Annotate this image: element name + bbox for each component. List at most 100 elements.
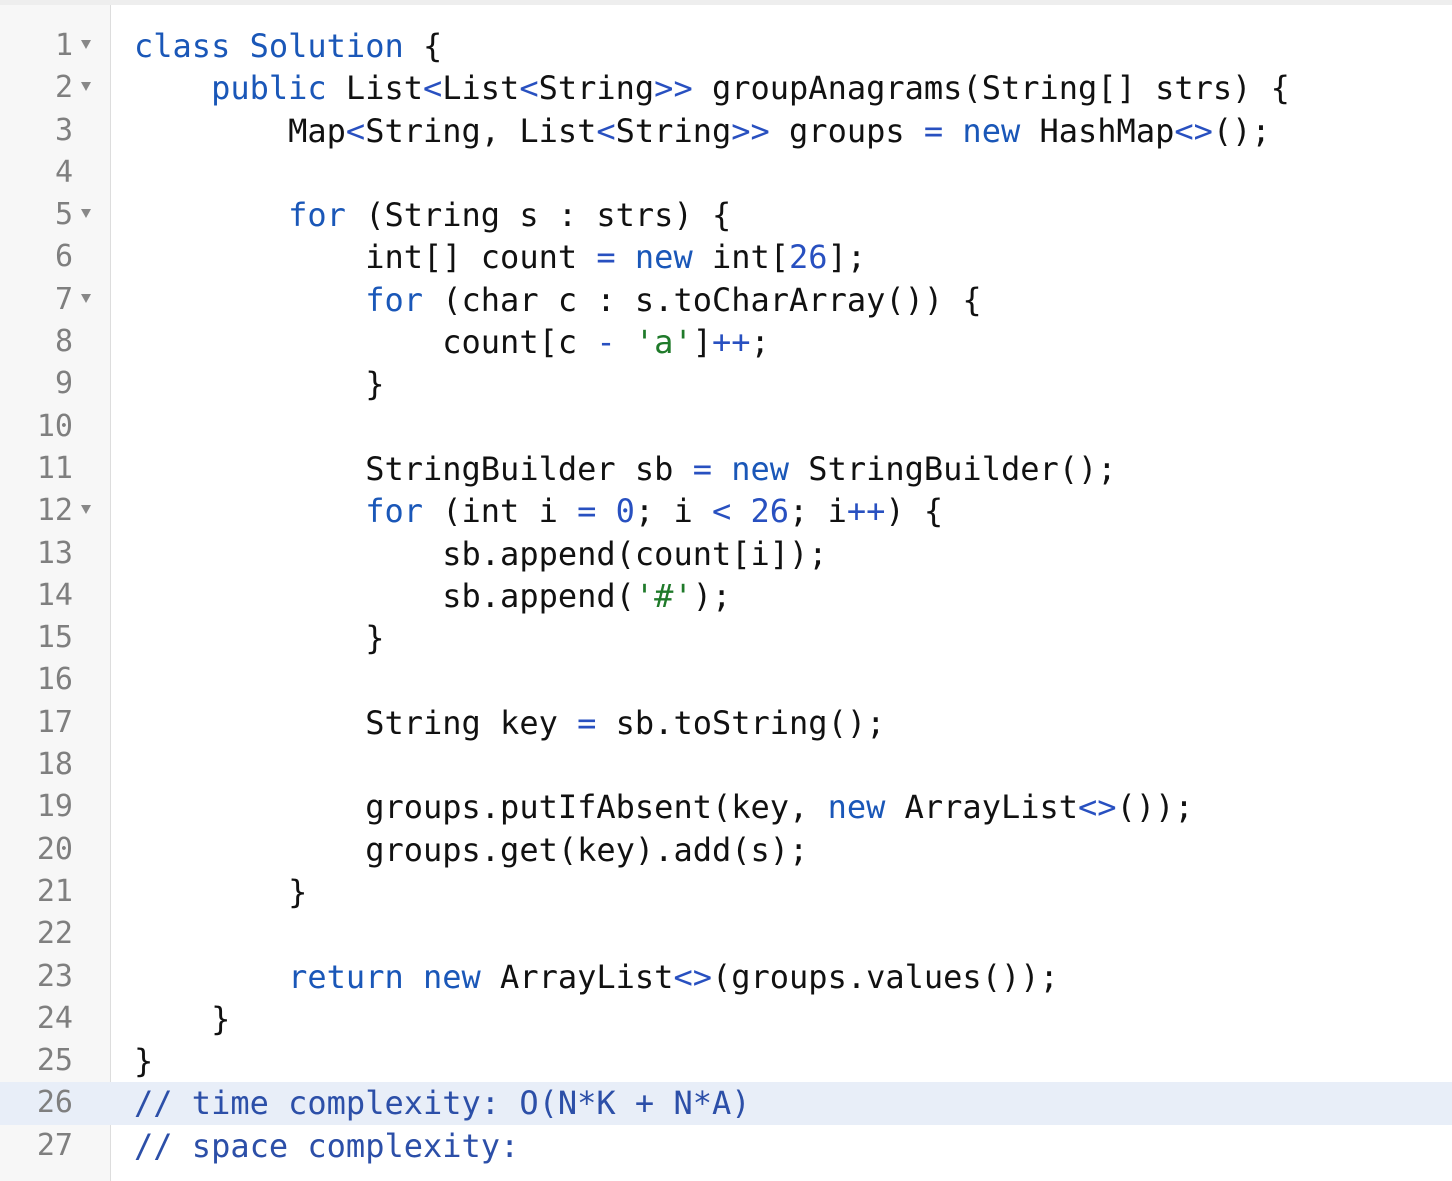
code-lines[interactable]: 1 class Solution {2 public List<List<Strin… [0,25,1452,1167]
code-line[interactable]: 20 groups.get(key).add(s); [0,829,1452,871]
code-token-plain: sb.toString(); [596,703,886,742]
code-token-keyword: new [634,238,693,277]
code-text[interactable]: // time complexity: O(N*K + N*A) [134,1082,751,1124]
fold-arrow-icon[interactable] [81,293,91,303]
code-line[interactable]: 26 // time complexity: O(N*K + N*A) [0,1082,1452,1125]
code-token-punct: < [422,69,443,108]
code-line[interactable]: 7 for (char c : s.toCharArray()) { [0,279,1452,321]
code-line[interactable]: 3 Map<String, List<String>> groups = new … [0,110,1452,152]
code-token-punct: <> [1078,788,1117,827]
code-text[interactable]: StringBuilder sb = new StringBuilder(); [134,448,1116,490]
code-line[interactable]: 22 [0,913,1452,955]
line-number: 16 [36,662,73,698]
code-line[interactable]: 8 count[c - 'a']++; [0,321,1452,363]
fold-arrow-icon[interactable] [81,40,91,49]
line-number: 1 [54,28,73,63]
code-text[interactable]: int[] count = new int[26]; [134,236,866,278]
line-number: 7 [54,281,73,317]
code-token-keyword: for [365,492,423,531]
code-token-plain: sb.append(count[i]); [442,534,828,573]
fold-arrow-icon[interactable] [81,505,91,515]
code-line[interactable]: 23 return new ArrayList<>(groups.values()… [0,956,1452,998]
code-line[interactable]: 9} [0,363,1452,405]
code-token-string: 'a' [634,323,693,362]
line-number: 15 [36,620,73,656]
code-token-punct: ++ [711,323,751,362]
code-line[interactable]: 14 sb.append('#'); [0,575,1452,617]
code-text[interactable]: sb.append('#'); [134,575,731,617]
code-editor[interactable]: 1 class Solution {2 public List<List<Strin… [0,0,1452,1181]
code-token-plain: ArrayList [885,788,1079,827]
code-token-punct: <> [1174,111,1213,150]
code-token-plain: ); [692,576,732,615]
line-number: 5 [54,197,73,233]
line-number: 4 [54,154,73,190]
code-token-plain: String, List [365,111,597,150]
code-line[interactable]: 11 StringBuilder sb = new StringBuilder()… [0,448,1452,490]
code-line[interactable]: 24} [0,998,1452,1040]
code-token-comment: // space complexity: [134,1126,520,1165]
code-line[interactable]: 13 sb.append(count[i]); [0,533,1452,575]
code-token-plain: (); [1212,111,1271,150]
line-number: 27 [36,1127,73,1163]
code-line[interactable]: 6 int[] count = new int[26]; [0,236,1452,278]
code-token-plain: } [365,365,385,404]
code-text[interactable]: for (String s : strs) { [134,194,731,236]
code-line[interactable]: 19 groups.putIfAbsent(key, new ArrayList<… [0,786,1452,828]
code-text[interactable]: sb.append(count[i]); [134,533,828,575]
code-text[interactable]: Map<String, List<String>> groups = new H… [134,110,1271,152]
code-text[interactable]: String key = sb.toString(); [134,702,885,744]
code-text[interactable]: } [134,871,307,913]
code-token-plain: List [442,69,520,108]
fold-arrow-icon[interactable] [81,82,91,92]
code-text[interactable]: class Solution { [134,25,442,67]
code-text[interactable]: count[c - 'a']++; [134,321,770,363]
code-line[interactable]: 27 // space complexity: [0,1125,1452,1167]
code-line[interactable]: 18 [0,744,1452,786]
code-text[interactable]: } [134,998,230,1040]
code-line[interactable]: 25} [0,1040,1452,1082]
code-text[interactable]: groups.putIfAbsent(key, new ArrayList<>(… [134,786,1193,828]
code-text[interactable]: // space complexity: [134,1125,519,1167]
code-line[interactable]: 5 for (String s : strs) { [0,194,1452,236]
code-token-keyword: Solution [249,27,404,65]
code-token-punct: = [692,449,712,488]
code-text[interactable]: } [134,363,384,405]
code-text[interactable]: return new ArrayList<>(groups.values()); [134,956,1059,998]
fold-arrow-icon[interactable] [81,209,91,219]
line-number: 13 [36,535,73,571]
code-token-plain: String [538,69,655,108]
code-token-plain: { [403,27,443,65]
code-token-plain: (groups.values()); [711,957,1059,996]
code-text[interactable]: for (int i = 0; i < 26; i++) { [134,490,943,532]
code-line[interactable]: 17 String key = sb.toString(); [0,702,1452,744]
code-line[interactable]: 10 [0,406,1452,448]
code-line[interactable]: 15} [0,617,1452,659]
code-token-plain: groups.putIfAbsent(key, [365,788,828,827]
code-line[interactable]: 2 public List<List<String>> groupAnagrams… [0,67,1452,109]
code-line[interactable]: 1 class Solution { [0,25,1452,67]
code-token-plain: } [211,999,231,1038]
code-text[interactable]: public List<List<String>> groupAnagrams(… [134,67,1290,109]
code-line[interactable]: 21} [0,871,1452,913]
code-token-punct: = [596,238,616,277]
code-token-plain: String [615,111,732,150]
code-line[interactable]: 16 [0,659,1452,701]
code-token-plain: } [365,619,385,658]
code-text[interactable]: } [134,617,384,659]
code-token-plain: ; i [789,492,847,531]
code-line[interactable]: 4 [0,152,1452,194]
code-text[interactable]: groups.get(key).add(s); [134,829,808,871]
code-token-plain: List [326,69,423,108]
code-token-keyword: new [827,788,886,827]
code-line[interactable]: 12 for (int i = 0; i < 26; i++) { [0,490,1452,532]
code-text[interactable]: for (char c : s.toCharArray()) { [134,279,982,321]
code-token-number: 26 [750,492,790,531]
code-token-keyword: for [365,280,423,319]
code-text[interactable]: } [134,1040,153,1082]
code-token-keyword: public [211,69,327,108]
